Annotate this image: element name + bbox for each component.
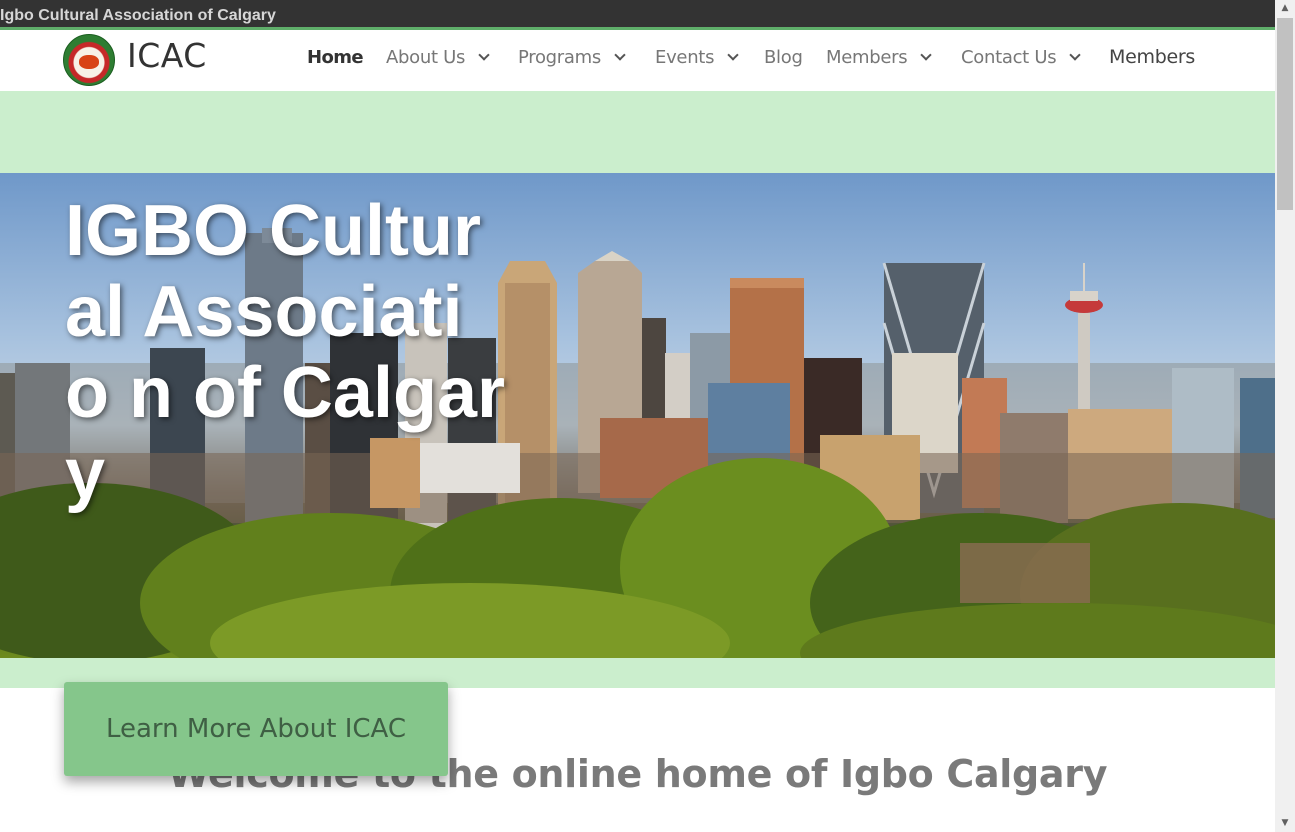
chevron-down-icon <box>920 49 932 61</box>
nav-events[interactable]: Events <box>655 47 739 75</box>
hero-top-band <box>0 91 1275 173</box>
nav-blog-label: Blog <box>764 47 803 68</box>
nav-members-link[interactable]: Members <box>1109 46 1195 74</box>
chevron-down-icon <box>478 49 490 61</box>
icac-logo[interactable] <box>63 34 115 86</box>
nav-about-us-label: About Us <box>386 47 466 68</box>
window-title: Igbo Cultural Association of Calgary <box>0 7 276 24</box>
nav-contact-us-label: Contact Us <box>961 47 1057 68</box>
nav-contact-us[interactable]: Contact Us <box>961 47 1081 75</box>
hero-banner: IGBO Cultural Associatio n of Calgary <box>0 173 1275 658</box>
nav-programs-label: Programs <box>518 47 601 68</box>
nav-members-link-label: Members <box>1109 46 1195 68</box>
hero-title: IGBO Cultural Associatio n of Calgary <box>65 191 506 514</box>
scroll-up-arrow-icon[interactable]: ▲ <box>1275 0 1295 17</box>
chevron-down-icon <box>1069 49 1081 61</box>
nav-events-label: Events <box>655 47 715 68</box>
vertical-scrollbar[interactable]: ▲ ▼ <box>1275 0 1295 832</box>
nav-members-label: Members <box>826 47 908 68</box>
learn-more-button[interactable]: Learn More About ICAC <box>64 682 448 776</box>
scrollbar-thumb[interactable] <box>1277 18 1293 210</box>
nav-members-dropdown[interactable]: Members <box>826 47 932 75</box>
brand-name[interactable]: ICAC <box>127 36 207 75</box>
logo-emblem-icon <box>79 55 99 69</box>
nav-home[interactable]: Home <box>307 47 364 75</box>
chevron-down-icon <box>614 49 626 61</box>
nav-home-label: Home <box>307 47 364 68</box>
window-title-bar: Igbo Cultural Association of Calgary <box>0 0 1295 30</box>
nav-programs[interactable]: Programs <box>518 47 626 75</box>
nav-blog[interactable]: Blog <box>764 47 803 75</box>
chevron-down-icon <box>727 49 739 61</box>
scroll-down-arrow-icon[interactable]: ▼ <box>1275 815 1295 832</box>
nav-about-us[interactable]: About Us <box>386 47 490 75</box>
site-header: ICAC Home About Us Programs Events Blog … <box>0 30 1275 91</box>
